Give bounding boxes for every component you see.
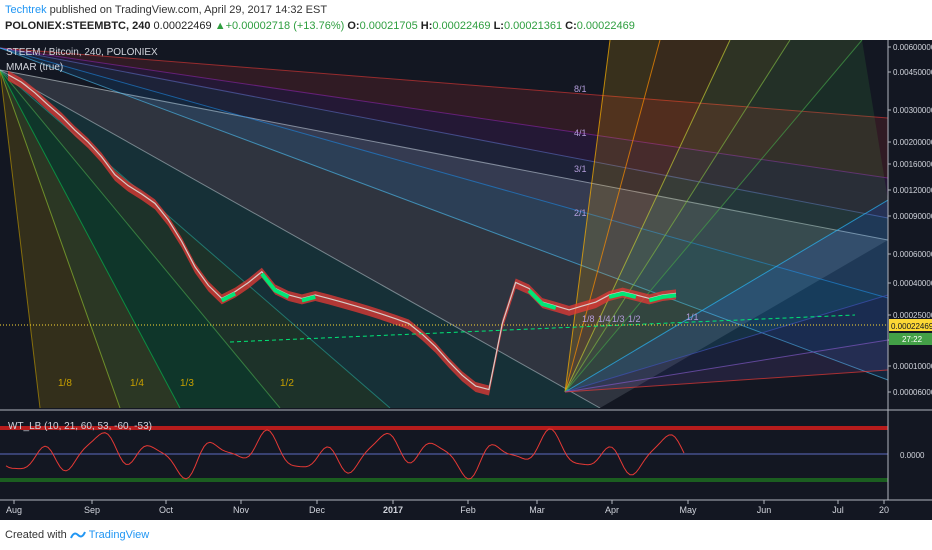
x-tick-label: Aug — [6, 505, 22, 515]
open-label: O: — [347, 20, 360, 32]
footer: Created with TradingView — [0, 520, 932, 550]
fan-label: 8/1 — [574, 84, 587, 94]
fan-label: 4/1 — [574, 128, 587, 138]
fan-label: 1/1 — [686, 312, 699, 322]
fan-label: 1/2 — [628, 314, 641, 324]
oscillator-layer — [0, 426, 888, 482]
x-tick-label: Oct — [159, 505, 174, 515]
created-with-text: Created with — [5, 529, 67, 541]
x-tick-label: Nov — [233, 505, 250, 515]
x-tick-label: Sep — [84, 505, 100, 515]
indicator-label: MMAR (true) — [6, 62, 63, 73]
high-value: 0.00022469 — [432, 20, 491, 32]
chart-area[interactable]: 1/8 1/4 1/3 1/2 8/1 4/1 3/1 2/1 1/8 1/4 1/3 1/2 1/1… — [0, 40, 932, 520]
fan-label: 1/8 — [582, 314, 595, 324]
created-with: Created with TradingView — [5, 529, 149, 541]
y-tick-label: 0.00120000 — [893, 186, 932, 195]
x-tick-label: 2017 — [383, 505, 403, 515]
oscillator-label: WT_LB (10, 21, 60, 53, -60, -53) — [8, 421, 152, 432]
y-tick-label: 0.00300000 — [893, 106, 932, 115]
fan-label: 2/1 — [574, 208, 587, 218]
price-tag: 0.00022469 — [891, 322, 932, 331]
x-tick-label: Mar — [529, 505, 545, 515]
fan-label: 1/3 — [180, 378, 194, 389]
y-tick-label: 0.00060000 — [893, 250, 932, 259]
chart-header: Techtrek published on TradingView.com, A… — [0, 0, 932, 40]
up-arrow-icon: ▲ — [214, 20, 226, 32]
y-tick-label: 0.00200000 — [893, 138, 932, 147]
fan-label: 1/3 — [612, 314, 625, 324]
countdown-tag: 27:22 — [902, 335, 923, 344]
close-label: C: — [565, 20, 577, 32]
y-tick-label: 0.00160000 — [893, 160, 932, 169]
x-tick-label: Jun — [757, 505, 772, 515]
fan-label: 1/2 — [280, 378, 294, 389]
low-label: L: — [493, 20, 504, 32]
author-link[interactable]: Techtrek — [5, 4, 47, 16]
y-tick-label: 0.00600000 — [893, 43, 932, 52]
ohlc-line: POLONIEX:STEEMBTC, 240 0.00022469 ▲+0.00… — [5, 20, 635, 32]
y-tick-label: 0.00040000 — [893, 279, 932, 288]
fan-label: 1/4 — [130, 378, 144, 389]
tradingview-brand[interactable]: TradingView — [89, 529, 150, 541]
x-tick-label: Feb — [460, 505, 476, 515]
publish-line: Techtrek published on TradingView.com, A… — [5, 4, 327, 16]
y-tick-label: 0.00090000 — [893, 212, 932, 221]
fan-label: 1/4 — [598, 314, 611, 324]
low-value: 0.00021361 — [503, 20, 563, 32]
oversold-band — [0, 478, 888, 482]
fan-label: 3/1 — [574, 164, 587, 174]
y-tick-label: 0.00025000 — [893, 311, 932, 320]
high-label: H: — [420, 20, 433, 32]
tradingview-logo-icon — [69, 531, 86, 539]
x-tick-label: Dec — [309, 505, 326, 515]
price-change: +0.00002718 (+13.76%) — [225, 20, 345, 32]
published-text: published on TradingView.com, April 29, … — [46, 4, 328, 16]
x-tick-label: Apr — [605, 505, 619, 515]
fan-label: 1/8 — [58, 378, 72, 389]
chart-title: STEEM / Bitcoin, 240, POLONIEX — [6, 47, 158, 58]
x-tick-label: May — [679, 505, 697, 515]
close-value: 0.00022469 — [576, 20, 635, 32]
x-tick-label: 20 — [879, 505, 889, 515]
y-tick-label: 0.00450000 — [893, 68, 932, 77]
x-tick-label: Jul — [832, 505, 844, 515]
oscillator-zero-label: 0.0000 — [900, 451, 925, 460]
gann-fan-right: 8/1 4/1 3/1 2/1 1/8 1/4 1/3 1/2 1/1 — [564, 40, 888, 393]
symbol-label: POLONIEX:STEEMBTC, 240 — [5, 20, 151, 32]
chart-svg: 1/8 1/4 1/3 1/2 8/14/13/12/11/8 1/4 1/3 1/2 1/1… — [0, 40, 932, 520]
open-value: 0.00021705 — [359, 20, 418, 32]
y-tick-label: 0.00006000 — [893, 388, 932, 397]
last-price: 0.00022469 — [153, 20, 212, 32]
y-tick-label: 0.00010000 — [893, 362, 932, 371]
